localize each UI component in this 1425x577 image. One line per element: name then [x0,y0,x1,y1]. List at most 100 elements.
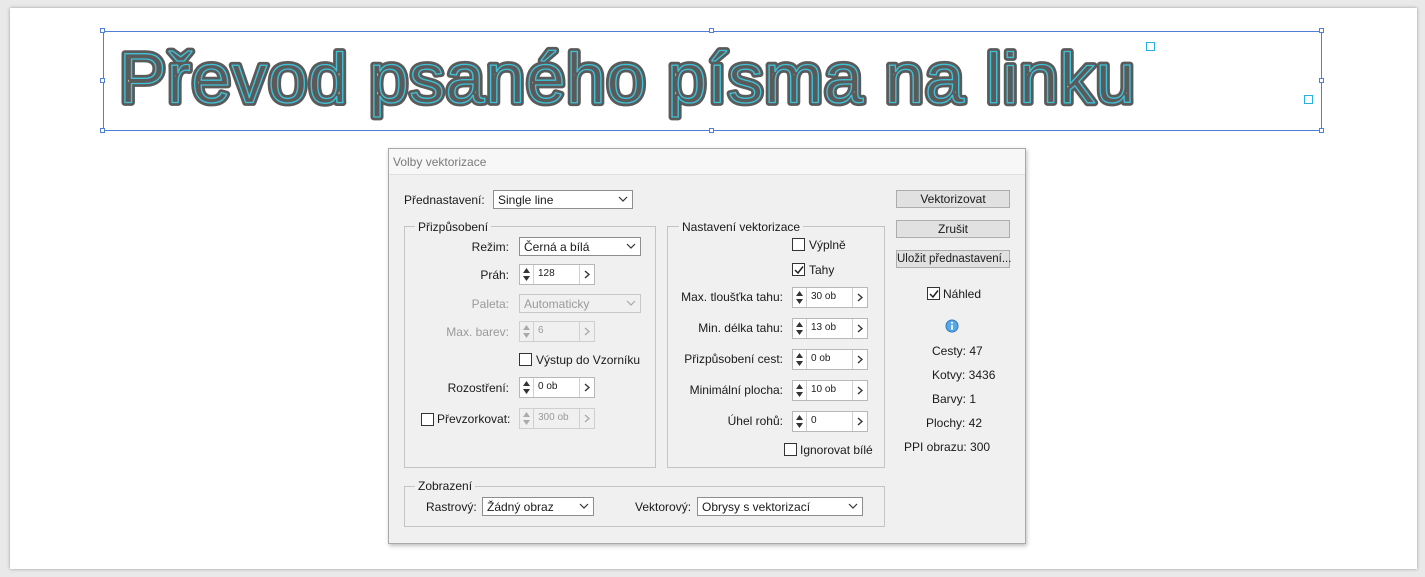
chevron-down-icon [579,503,589,509]
chevron-right-icon [857,417,863,426]
max-stroke-weight-slider-toggle[interactable] [852,288,867,307]
resample-checkbox[interactable] [421,413,434,426]
stepper-arrows[interactable] [793,319,807,338]
output-to-swatches-label: Výstup do Vzorníku [536,353,641,367]
dialog-titlebar[interactable]: Volby vektorizace [389,149,1025,175]
stepper-arrows[interactable] [520,322,534,341]
mode-label: Režim: [471,240,509,254]
stepper-arrows[interactable] [793,381,807,400]
path-fitting-stepper[interactable]: 0 ob [792,349,868,370]
info-icon[interactable] [945,319,959,333]
up-down-arrows-icon [796,322,803,335]
up-down-arrows-icon [796,384,803,397]
chevron-down-icon [626,300,636,306]
max-colors-label: Max. barev: [446,325,509,339]
palette-select[interactable]: Automaticky [519,294,641,313]
trace-button[interactable]: Vektorizovat [896,190,1010,208]
blur-slider-toggle[interactable] [579,378,594,397]
selection-handle-top-center[interactable] [709,28,714,33]
max-stroke-weight-label: Max. tloušťka tahu: [681,290,783,304]
stepper-arrows[interactable] [520,378,534,397]
chevron-right-icon [857,293,863,302]
max-colors-value: 6 [538,325,544,336]
adjustments-legend: Přizpůsobení [415,220,492,234]
threshold-stepper[interactable]: 128 [519,264,595,285]
fills-label: Výplně [809,238,846,252]
preview-checkbox[interactable] [927,287,940,300]
vector-view-select[interactable]: Obrysy s vektorizací [697,497,863,516]
view-legend: Zobrazení [415,479,476,493]
up-down-arrows-icon [796,415,803,428]
strokes-label: Tahy [809,263,835,277]
min-stroke-length-stepper[interactable]: 13 ob [792,318,868,339]
anchor-point[interactable] [1304,95,1313,104]
traced-text-graphic: Převod psaného písma na linku Převod psa… [116,35,1139,121]
selection-handle-bottom-right[interactable] [1319,128,1324,133]
resample-slider-toggle[interactable] [579,409,594,428]
preset-select[interactable]: Single line [493,190,633,209]
minimum-area-label: Minimální plocha: [689,383,783,397]
blur-label: Rozostření: [447,381,509,395]
raster-label: Rastrový: [426,500,477,514]
ignore-white-label: Ignorovat bílé [800,443,873,457]
stepper-arrows[interactable] [520,265,534,284]
selection-handle-middle-left[interactable] [100,78,105,83]
chevron-right-icon [584,270,590,279]
stepper-arrows[interactable] [520,409,534,428]
stepper-arrows[interactable] [793,350,807,369]
preset-label: Přednastavení: [404,193,485,207]
traced-artwork-selection[interactable]: Převod psaného písma na linku Převod psa… [103,31,1322,131]
corner-angle-value: 0 [811,415,817,426]
path-fitting-value: 0 ob [811,353,831,364]
resample-stepper[interactable]: 300 ob [519,408,595,429]
save-preset-button[interactable]: Uložit přednastavení... [896,250,1011,268]
stepper-arrows[interactable] [793,412,807,431]
chevron-right-icon [584,414,590,423]
corner-angle-stepper[interactable]: 0 [792,411,868,432]
svg-text:Převod psaného písma na linku: Převod psaného písma na linku [119,39,1136,118]
output-to-swatches-checkbox[interactable] [519,353,532,366]
cancel-button[interactable]: Zrušit [896,220,1010,238]
selection-handle-bottom-left[interactable] [100,128,105,133]
selection-handle-top-right[interactable] [1319,28,1324,33]
corner-angle-slider-toggle[interactable] [852,412,867,431]
minimum-area-slider-toggle[interactable] [852,381,867,400]
threshold-slider-toggle[interactable] [579,265,594,284]
ignore-white-checkbox[interactable] [784,443,797,456]
fills-checkbox[interactable] [792,238,805,251]
mode-value: Černá a bílá [524,240,590,254]
raster-view-select[interactable]: Žádný obraz [482,497,594,516]
blur-stepper[interactable]: 0 ob [519,377,595,398]
max-stroke-weight-stepper[interactable]: 30 ob [792,287,868,308]
minimum-area-stepper[interactable]: 10 ob [792,380,868,401]
minimum-area-value: 10 ob [811,384,837,395]
up-down-arrows-icon [796,291,803,304]
colors-count: Barvy: 1 [932,392,977,406]
stepper-arrows[interactable] [793,288,807,307]
min-stroke-length-value: 13 ob [811,322,837,333]
selection-handle-middle-right[interactable] [1319,78,1324,83]
anchor-point[interactable] [1146,42,1155,51]
max-colors-slider-toggle[interactable] [579,322,594,341]
selection-handle-top-left[interactable] [100,28,105,33]
palette-label: Paleta: [471,297,509,311]
vector-label: Vektorový: [635,500,692,514]
chevron-down-icon [848,503,858,509]
chevron-right-icon [857,355,863,364]
chevron-down-icon [618,196,628,202]
chevron-right-icon [584,327,590,336]
paths-count: Cesty: 47 [932,344,983,358]
max-colors-stepper[interactable]: 6 [519,321,595,342]
preset-value: Single line [498,193,554,207]
selection-handle-bottom-center[interactable] [709,128,714,133]
trace-settings-legend: Nastavení vektorizace [679,220,804,234]
up-down-arrows-icon [523,325,530,338]
path-fitting-label: Přizpůsobení cest: [684,352,783,366]
up-down-arrows-icon [796,353,803,366]
path-fitting-slider-toggle[interactable] [852,350,867,369]
mode-select[interactable]: Černá a bílá [519,237,641,256]
min-stroke-length-slider-toggle[interactable] [852,319,867,338]
strokes-checkbox[interactable] [792,263,805,276]
min-stroke-length-label: Min. délka tahu: [698,321,783,335]
preview-label: Náhled [943,287,982,301]
